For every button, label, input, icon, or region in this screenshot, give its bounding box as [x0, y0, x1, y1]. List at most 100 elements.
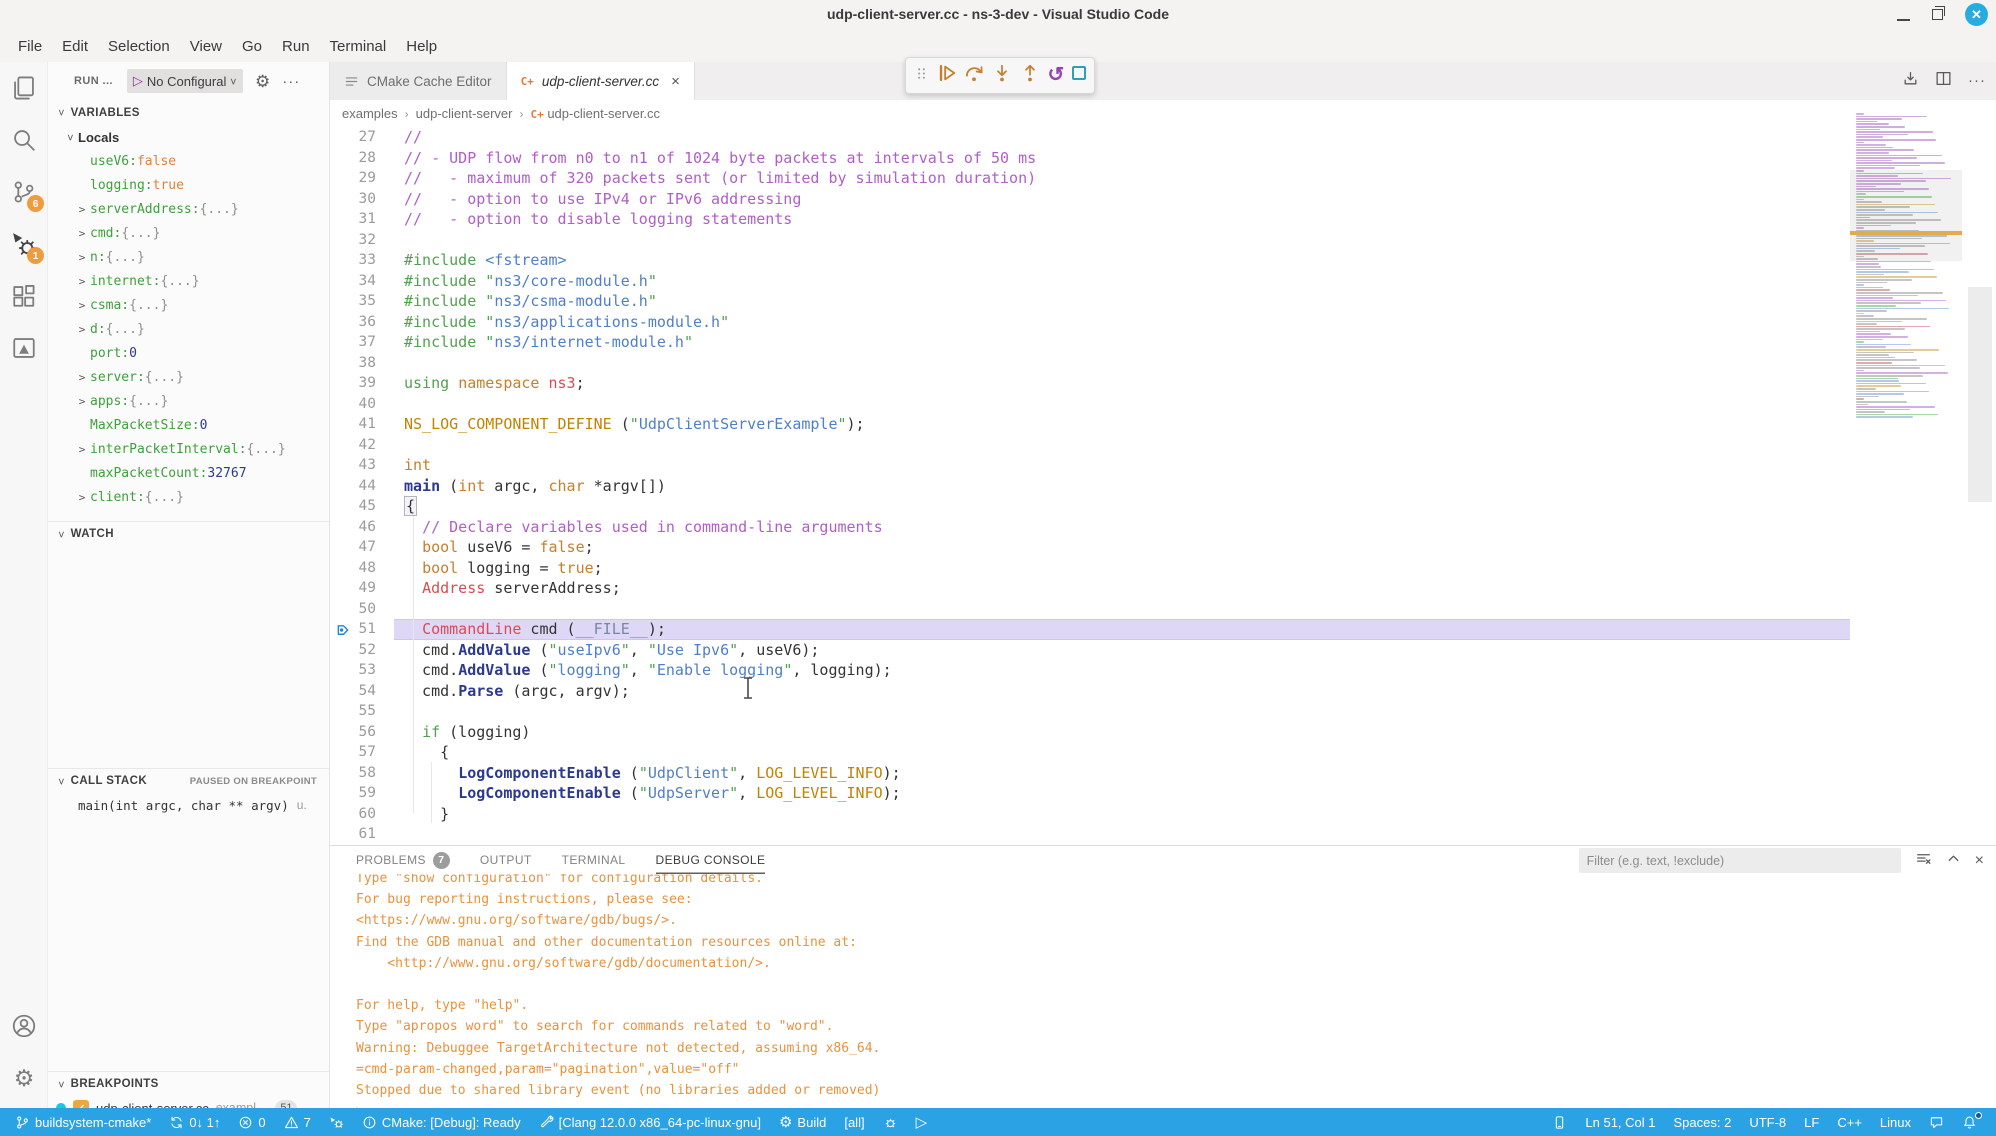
code-line-39[interactable]: 39using namespace ns3;: [330, 373, 1996, 394]
code-line-57[interactable]: 57 {: [330, 742, 1996, 763]
line-number[interactable]: 27: [330, 129, 378, 145]
code-line-56[interactable]: 56 if (logging): [330, 722, 1996, 743]
call-stack-section-header[interactable]: > CALL STACK PAUSED ON BREAKPOINT: [48, 768, 329, 793]
line-number[interactable]: 39: [330, 375, 378, 391]
variable-row[interactable]: >d: {...}: [48, 317, 329, 341]
console-filter-input[interactable]: [1579, 848, 1901, 873]
watch-section-header[interactable]: > WATCH: [48, 521, 329, 546]
activity-account-icon[interactable]: [0, 1000, 48, 1052]
code-line-59[interactable]: 59 LogComponentEnable ("UdpServer", LOG_…: [330, 783, 1996, 804]
variable-row[interactable]: >n: {...}: [48, 245, 329, 269]
activity-search-icon[interactable]: [0, 114, 48, 166]
variables-scope-row[interactable]: >Locals: [48, 125, 329, 149]
status-debug-alt-icon[interactable]: [322, 1108, 351, 1136]
code-line-48[interactable]: 48 bool logging = true;: [330, 558, 1996, 579]
code-line-32[interactable]: 32: [330, 230, 1996, 251]
code-line-46[interactable]: 46 // Declare variables used in command-…: [330, 517, 1996, 538]
code-line-29[interactable]: 29// - maximum of 320 packets sent (or l…: [330, 168, 1996, 189]
code-line-44[interactable]: 44main (int argc, char *argv[]): [330, 476, 1996, 497]
clear-console-icon[interactable]: [1915, 850, 1932, 872]
debug-step-out-icon[interactable]: [1020, 63, 1040, 88]
code-line-52[interactable]: 52 cmd.AddValue ("useIpv6", "Use Ipv6", …: [330, 640, 1996, 661]
editor-scrollbar[interactable]: [1968, 287, 1992, 502]
code-line-61[interactable]: 61: [330, 824, 1996, 845]
line-number[interactable]: 49: [330, 580, 378, 596]
status-spaces-2[interactable]: Spaces: 2: [1667, 1108, 1739, 1136]
menu-item-edit[interactable]: Edit: [52, 34, 98, 59]
code-line-33[interactable]: 33#include <fstream>: [330, 250, 1996, 271]
minimap[interactable]: [1850, 112, 1962, 852]
variable-row[interactable]: >client: {...}: [48, 485, 329, 509]
status-feedback-icon[interactable]: [1922, 1108, 1951, 1136]
line-number[interactable]: 35: [330, 293, 378, 309]
line-number[interactable]: 46: [330, 519, 378, 535]
status-branch-icon[interactable]: buildsystem-cmake*: [8, 1108, 158, 1136]
variables-section-header[interactable]: > VARIABLES: [48, 100, 329, 125]
breadcrumb-item[interactable]: udp-client-server: [416, 106, 513, 121]
line-number[interactable]: 38: [330, 355, 378, 371]
debug-console-output[interactable]: Type "show configuration" for configurat…: [330, 874, 1996, 1109]
line-number[interactable]: 40: [330, 396, 378, 412]
line-number[interactable]: 52: [330, 642, 378, 658]
code-line-27[interactable]: 27//: [330, 127, 1996, 148]
line-number[interactable]: 28: [330, 150, 378, 166]
line-number[interactable]: 55: [330, 703, 378, 719]
status-play-icon[interactable]: ▷: [909, 1108, 935, 1136]
code-line-51[interactable]: 51 CommandLine cmd (__FILE__);: [330, 619, 1996, 640]
menu-item-help[interactable]: Help: [396, 34, 447, 59]
code-line-53[interactable]: 53 cmd.AddValue ("logging", "Enable logg…: [330, 660, 1996, 681]
line-number[interactable]: 29: [330, 170, 378, 186]
line-number[interactable]: 37: [330, 334, 378, 350]
line-number[interactable]: 36: [330, 314, 378, 330]
status-bell-icon[interactable]: [1955, 1108, 1984, 1136]
breakpoint-checkbox[interactable]: ✓: [73, 1100, 89, 1108]
status-info-icon[interactable]: CMake: [Debug]: Ready: [355, 1108, 528, 1136]
status-remote-icon[interactable]: [1545, 1108, 1574, 1136]
status-linux[interactable]: Linux: [1873, 1108, 1918, 1136]
menu-item-view[interactable]: View: [180, 34, 232, 59]
status-sync-icon[interactable]: 0↓ 1↑: [162, 1108, 227, 1136]
line-number[interactable]: 31: [330, 211, 378, 227]
line-number[interactable]: 50: [330, 601, 378, 617]
status-warning-icon[interactable]: 7: [277, 1108, 318, 1136]
code-line-60[interactable]: 60 }: [330, 804, 1996, 825]
line-number[interactable]: 51: [330, 621, 378, 637]
code-line-42[interactable]: 42: [330, 435, 1996, 456]
line-number[interactable]: 42: [330, 437, 378, 453]
close-icon[interactable]: ✕: [1965, 3, 1988, 26]
line-number[interactable]: 54: [330, 683, 378, 699]
variable-row[interactable]: >cmd: {...}: [48, 221, 329, 245]
status--all-[interactable]: [all]: [837, 1108, 871, 1136]
variable-row[interactable]: logging: true: [48, 173, 329, 197]
panel-tab-output[interactable]: OUTPUT: [480, 846, 532, 874]
close-tab-icon[interactable]: ×: [671, 73, 680, 90]
variable-row[interactable]: useV6: false: [48, 149, 329, 173]
code-line-49[interactable]: 49 Address serverAddress;: [330, 578, 1996, 599]
status-lf[interactable]: LF: [1797, 1108, 1826, 1136]
activity-cmake-icon[interactable]: [0, 322, 48, 374]
line-number[interactable]: 58: [330, 765, 378, 781]
code-line-37[interactable]: 37#include "ns3/internet-module.h": [330, 332, 1996, 353]
more-actions-icon[interactable]: ···: [282, 73, 300, 90]
minimize-icon[interactable]: [1897, 19, 1910, 21]
line-number[interactable]: 33: [330, 252, 378, 268]
line-number[interactable]: 32: [330, 232, 378, 248]
status-bug-icon[interactable]: [876, 1108, 905, 1136]
line-number[interactable]: 61: [330, 826, 378, 842]
breadcrumb[interactable]: examples›udp-client-server›C+ udp-client…: [330, 100, 1996, 127]
line-number[interactable]: 41: [330, 416, 378, 432]
line-number[interactable]: 47: [330, 539, 378, 555]
menu-item-run[interactable]: Run: [272, 34, 320, 59]
code-line-28[interactable]: 28// - UDP flow from n0 to n1 of 1024 by…: [330, 148, 1996, 169]
menu-item-selection[interactable]: Selection: [98, 34, 180, 59]
line-number[interactable]: 53: [330, 662, 378, 678]
code-line-50[interactable]: 50: [330, 599, 1996, 620]
activity-files-icon[interactable]: [0, 62, 48, 114]
code-line-58[interactable]: 58 LogComponentEnable ("UdpClient", LOG_…: [330, 763, 1996, 784]
panel-tab-debug-console[interactable]: DEBUG CONSOLE: [656, 846, 766, 874]
code-line-34[interactable]: 34#include "ns3/core-module.h": [330, 271, 1996, 292]
debug-stop-icon[interactable]: [1072, 66, 1086, 85]
line-number[interactable]: 43: [330, 457, 378, 473]
code-line-36[interactable]: 36#include "ns3/applications-module.h": [330, 312, 1996, 333]
editor-action-split-icon[interactable]: [1935, 70, 1952, 92]
